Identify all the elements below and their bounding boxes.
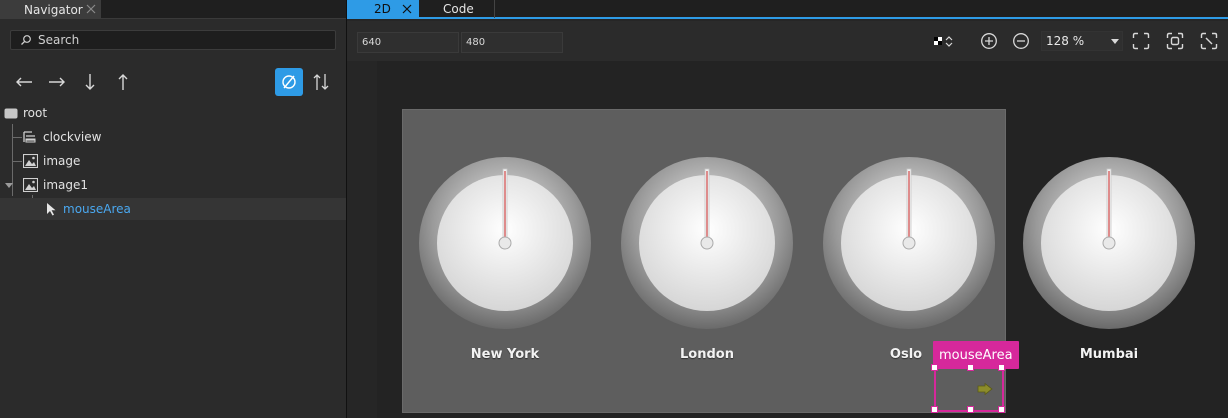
editor-tabbar: 2D Code <box>347 0 1228 19</box>
tree-item-label: image <box>43 154 81 168</box>
tree-item-label: mouseArea <box>63 202 131 216</box>
image-icon <box>23 178 38 192</box>
zoom-value: 128 % <box>1046 34 1085 48</box>
arrow-left-icon <box>16 77 32 87</box>
sort-icon <box>313 74 329 90</box>
editor-toolbar: 640 480 128 % <box>347 21 1228 61</box>
chevron-down-icon <box>1111 39 1119 44</box>
search-input[interactable] <box>38 33 318 47</box>
tree-item-clockview[interactable]: clockview <box>0 126 346 148</box>
next-arrow-icon <box>977 383 993 395</box>
zoom-out-button[interactable] <box>1010 30 1032 52</box>
move-right-button[interactable] <box>44 68 70 96</box>
tree-item-root[interactable]: root <box>0 102 346 124</box>
tab-2d[interactable]: 2D <box>347 0 419 18</box>
background-color-button[interactable] <box>933 30 955 52</box>
fit-selection-icon <box>1166 32 1184 50</box>
tree-item-image[interactable]: image <box>0 150 346 172</box>
resize-handle[interactable] <box>967 406 974 413</box>
close-icon[interactable] <box>85 3 97 15</box>
move-down-button[interactable] <box>77 68 103 96</box>
search-field[interactable] <box>10 30 336 50</box>
clock-face-icon <box>1023 157 1195 329</box>
arrow-right-icon <box>49 77 65 87</box>
width-field[interactable]: 640 <box>357 32 459 53</box>
height-field[interactable]: 480 <box>461 32 563 53</box>
move-left-button[interactable] <box>11 68 37 96</box>
navigator-tabbar: Navigator <box>0 0 346 19</box>
tree-item-mousearea[interactable]: mouseArea <box>0 198 346 220</box>
clock-dial[interactable] <box>1021 155 1197 331</box>
tab-code-label: Code <box>443 2 474 16</box>
close-icon[interactable] <box>401 3 413 17</box>
tab-2d-label: 2D <box>374 2 391 16</box>
clock-face-icon <box>621 157 793 329</box>
zoom-in-icon <box>981 33 997 49</box>
listview-icon <box>23 131 36 143</box>
tree-item-image1[interactable]: image1 <box>0 174 346 196</box>
tab-navigator[interactable]: Navigator <box>0 0 101 19</box>
fit-to-screen-button[interactable] <box>1130 30 1152 52</box>
zoom-level-select[interactable]: 128 % <box>1041 31 1123 51</box>
reset-view-icon <box>1200 32 1218 50</box>
tree-item-label: clockview <box>43 130 102 144</box>
clock-dial[interactable] <box>417 155 593 331</box>
navigator-panel: Navigator root <box>0 0 346 418</box>
filter-toggle-button[interactable] <box>275 68 303 96</box>
root-rect-icon <box>4 108 18 119</box>
resize-handle[interactable] <box>967 364 974 371</box>
tab-code[interactable]: Code <box>419 0 495 18</box>
editor-panel: 2D Code 640 480 128 % New York London Os… <box>347 0 1228 418</box>
arrow-down-icon <box>85 74 95 90</box>
resize-handle[interactable] <box>931 406 938 413</box>
zoom-out-icon <box>1013 33 1029 49</box>
selection-label: mouseArea <box>933 341 1019 369</box>
clock-dial[interactable] <box>619 155 795 331</box>
move-up-button[interactable] <box>110 68 136 96</box>
design-canvas[interactable]: New York London Oslo Mumbai mouseArea <box>347 61 1228 418</box>
checkerboard-icon <box>934 36 953 47</box>
search-icon <box>20 34 32 46</box>
arrow-up-icon <box>118 74 128 90</box>
canvas-gutter <box>347 61 377 418</box>
tree-item-label: root <box>23 106 48 120</box>
resize-handle[interactable] <box>931 364 938 371</box>
pointer-icon <box>47 203 56 216</box>
resize-handle[interactable] <box>998 406 1005 413</box>
fit-selection-button[interactable] <box>1164 30 1186 52</box>
zoom-in-button[interactable] <box>978 30 1000 52</box>
mousearea-selection-box[interactable] <box>931 364 1005 413</box>
fit-screen-icon <box>1132 32 1150 50</box>
clock-face-icon <box>419 157 591 329</box>
image-icon <box>23 154 38 168</box>
tree-item-label: image1 <box>43 178 89 192</box>
resize-handle[interactable] <box>998 364 1005 371</box>
sort-button[interactable] <box>308 68 334 96</box>
clock-city-label: London <box>680 347 734 362</box>
tab-navigator-label: Navigator <box>24 2 83 17</box>
expand-arrow-icon[interactable] <box>5 183 13 189</box>
reset-view-button[interactable] <box>1198 30 1220 52</box>
filter-icon <box>282 75 296 89</box>
clock-face-icon <box>823 157 995 329</box>
clock-dial[interactable] <box>821 155 997 331</box>
clock-city-label: Mumbai <box>1079 347 1139 362</box>
clock-city-label: New York <box>470 347 540 362</box>
